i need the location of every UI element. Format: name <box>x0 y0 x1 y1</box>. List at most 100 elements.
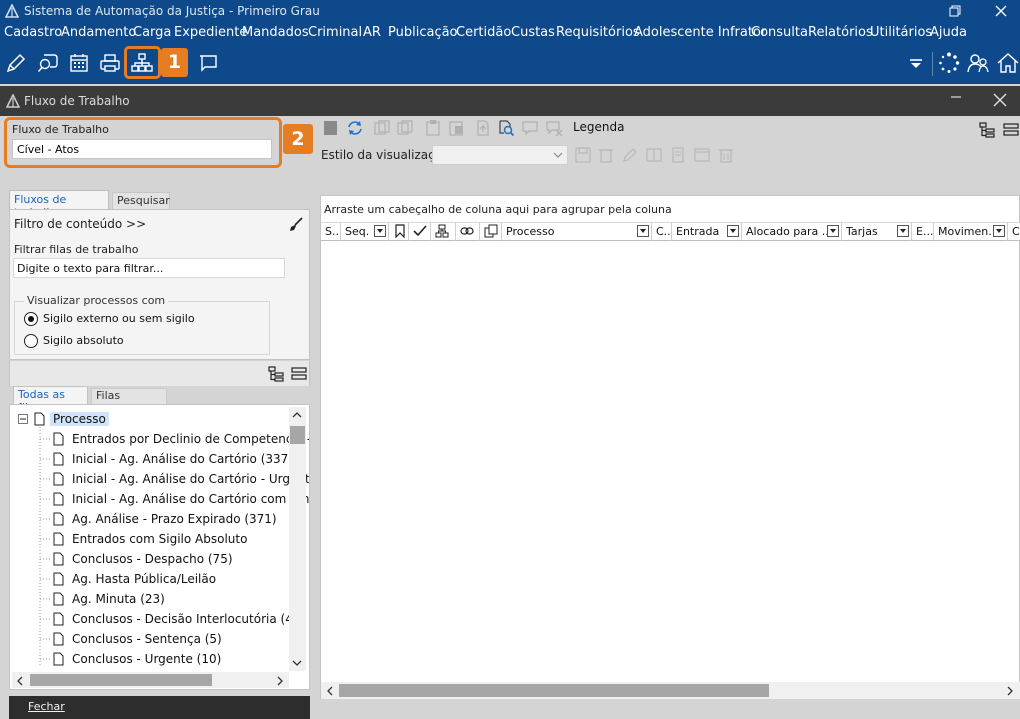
scroll-down-icon[interactable] <box>292 659 302 667</box>
child-minimize-button[interactable] <box>946 90 966 110</box>
scroll-right-icon[interactable] <box>276 676 284 686</box>
grid-action-2[interactable] <box>396 119 414 137</box>
tree-item-label[interactable]: Conclusos - Urgente (10) <box>72 652 221 666</box>
column-filter-icon[interactable] <box>897 225 909 237</box>
close-button[interactable]: Fechar <box>28 700 65 713</box>
column-header-e[interactable]: E... <box>912 222 934 241</box>
menu-mandados[interactable]: Mandados <box>242 25 309 40</box>
tree-item[interactable]: Ag. Hasta Pública/Leilão <box>10 569 300 589</box>
tree-item-label[interactable]: Conclusos - Despacho (75) <box>72 552 233 566</box>
tree-item[interactable]: Conclusos - Despacho (75) <box>10 549 300 569</box>
column-header-s[interactable]: S... <box>321 222 341 241</box>
tab-pesquisar[interactable]: Pesquisar <box>112 192 170 209</box>
document-search-button[interactable] <box>497 119 515 137</box>
menu-cadastro[interactable]: Cadastro <box>4 25 62 40</box>
radio-sigilo-externo[interactable] <box>24 312 38 326</box>
column-filter-icon[interactable] <box>637 225 649 237</box>
collapse-icon[interactable] <box>18 414 28 424</box>
column-filter-icon[interactable] <box>374 225 386 237</box>
grid-action-3[interactable] <box>424 119 442 137</box>
style-action-3[interactable] <box>693 146 711 164</box>
print-button[interactable] <box>98 51 122 75</box>
menu-custas[interactable]: Custas <box>511 25 555 40</box>
menu-ajuda[interactable]: Ajuda <box>930 25 967 40</box>
scroll-up-icon[interactable] <box>292 411 302 419</box>
menu-consulta[interactable]: Consulta <box>751 25 808 40</box>
style-action-2[interactable] <box>669 146 687 164</box>
tree-item-label[interactable]: Entrados por Declinio de Competencia - T <box>72 432 309 446</box>
column-header-entrada[interactable]: Entrada <box>672 222 742 241</box>
window-close-button[interactable] <box>978 0 1020 22</box>
tree-item-label[interactable]: Ag. Hasta Pública/Leilão <box>72 572 216 586</box>
menu-adolescente-infrator[interactable]: Adolescente Infrator <box>634 25 766 40</box>
tree-horizontal-scroll-thumb[interactable] <box>30 674 212 686</box>
column-header-c-last[interactable]: C <box>1008 222 1020 241</box>
flag-folder-button[interactable] <box>196 51 220 75</box>
tree-item-label[interactable]: Entrados com Sigilo Absoluto <box>72 532 247 546</box>
tree-root[interactable]: Processo <box>10 409 300 429</box>
tree-item[interactable]: Entrados por Declinio de Competencia - T <box>10 429 309 449</box>
column-header-processo[interactable]: Processo <box>502 222 652 241</box>
tree-view-icon[interactable] <box>267 365 285 383</box>
toolbar-dropdown-button[interactable] <box>904 51 928 75</box>
save-layout-button[interactable] <box>322 119 340 137</box>
tree-item[interactable]: Entrados com Sigilo Absoluto <box>10 529 300 549</box>
scroll-right-icon[interactable] <box>1006 686 1014 696</box>
style-save-button[interactable] <box>574 146 592 164</box>
tab-fluxos-de-trabalho[interactable]: Fluxos de trabalho <box>9 190 109 219</box>
menu-ar[interactable]: AR <box>363 25 381 40</box>
filter-queues-input[interactable]: Digite o texto para filtrar... <box>13 258 285 278</box>
radio-sigilo-absoluto-label[interactable]: Sigilo absoluto <box>43 334 124 347</box>
tree-vertical-scrollbar[interactable] <box>289 407 306 671</box>
search-speech-button[interactable] <box>36 51 60 75</box>
column-header-tarjas[interactable]: Tarjas <box>842 222 912 241</box>
content-filter-toggle[interactable]: Filtro de conteúdo >> <box>14 217 146 231</box>
radio-sigilo-externo-label[interactable]: Sigilo externo ou sem sigilo <box>43 312 195 325</box>
tree-item-label[interactable]: Inicial - Ag. Análise do Cartório - Urge… <box>72 472 309 486</box>
tree-item-label[interactable]: Conclusos - Sentença (5) <box>72 632 222 646</box>
tree-item[interactable]: Conclusos - Sentença (5) <box>10 629 300 649</box>
column-header-hierarchy[interactable] <box>431 222 456 241</box>
grid-horizontal-scroll-thumb[interactable] <box>339 684 769 697</box>
legend-button[interactable]: Legenda <box>573 120 624 134</box>
tree-item-label[interactable]: Inicial - Ag. Análise do Cartório (3378) <box>72 452 301 466</box>
tree-item-label[interactable]: Conclusos - Decisão Interlocutória (4) <box>72 612 298 626</box>
home-button[interactable] <box>996 51 1020 75</box>
grid-action-1[interactable] <box>373 119 391 137</box>
column-header-bookmark[interactable] <box>389 222 409 241</box>
tree-view-button[interactable] <box>978 121 996 139</box>
column-filter-icon[interactable] <box>727 225 739 237</box>
tree-item-label[interactable]: Ag. Análise - Prazo Expirado (371) <box>72 512 277 526</box>
style-delete-button[interactable] <box>597 146 615 164</box>
style-action-4[interactable] <box>717 146 735 164</box>
comment-button[interactable] <box>521 119 539 137</box>
menu-utilitarios[interactable]: Utilitários <box>870 25 932 40</box>
tree-item-label[interactable]: Inicial - Ag. Análise do Cartório com Em… <box>72 492 309 506</box>
tree-item[interactable]: Conclusos - Urgente (10) <box>10 649 300 669</box>
tree-item[interactable]: Conclusos - Decisão Interlocutória (4) <box>10 609 300 629</box>
menu-relatorios[interactable]: Relatórios <box>808 25 873 40</box>
loading-button[interactable] <box>937 51 961 75</box>
users-button[interactable] <box>966 51 990 75</box>
tree-item[interactable]: Ag. Minuta (23) <box>10 589 300 609</box>
tree-item[interactable]: Ag. Análise - Prazo Expirado (371) <box>10 509 300 529</box>
style-edit-button[interactable] <box>621 146 639 164</box>
menu-certidao[interactable]: Certidão <box>456 25 511 40</box>
column-header-movimento[interactable]: Movimen... <box>934 222 1008 241</box>
calendar-button[interactable] <box>67 51 91 75</box>
scroll-left-icon[interactable] <box>16 676 24 686</box>
window-restore-button[interactable] <box>932 0 978 22</box>
style-action-1[interactable] <box>645 146 663 164</box>
workflow-field[interactable]: Cível - Atos <box>12 139 272 159</box>
menu-criminal[interactable]: Criminal <box>308 25 362 40</box>
clear-filter-button[interactable] <box>288 216 304 232</box>
tree-root-label[interactable]: Processo <box>50 412 109 426</box>
view-style-select[interactable] <box>432 145 568 165</box>
menu-carga[interactable]: Carga <box>133 25 171 40</box>
tree-item[interactable]: Inicial - Ag. Análise do Cartório com Em… <box>10 489 309 509</box>
tab-filas-favoritas[interactable]: Filas favoritas <box>91 388 167 415</box>
grid-action-4[interactable] <box>447 119 465 137</box>
comment-remove-button[interactable] <box>545 119 563 137</box>
scroll-left-icon[interactable] <box>326 686 334 696</box>
list-view-icon[interactable] <box>290 365 308 383</box>
